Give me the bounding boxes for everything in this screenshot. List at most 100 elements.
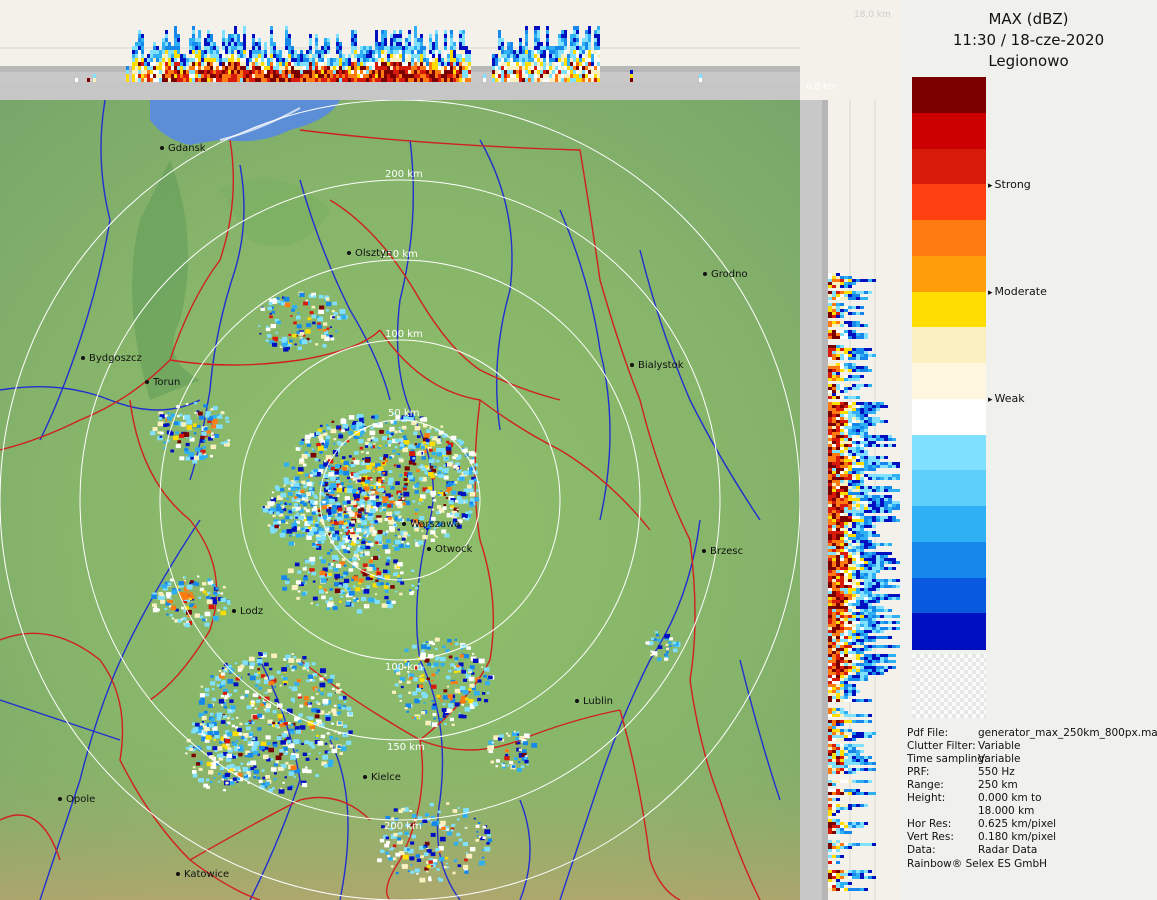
echo-cell (330, 674, 335, 679)
echo-cell (483, 668, 488, 671)
top-echo-cell (153, 62, 156, 66)
echo-cell (341, 418, 345, 421)
top-echo-cell (147, 54, 150, 58)
top-echo-cell (201, 58, 204, 62)
echo-cell (263, 652, 267, 655)
right-echo-cell (860, 444, 864, 447)
top-echo-cell (369, 78, 372, 82)
right-echo-cell (836, 402, 840, 405)
radar-map-graphic[interactable]: 50 km 100 km 150 km 200 km 100 km 150 km… (0, 100, 800, 900)
echo-cell (309, 474, 314, 477)
echo-cell (392, 545, 395, 547)
right-echo-cell (848, 324, 852, 327)
top-echo-cell (357, 74, 360, 78)
top-echo-cell (429, 50, 432, 54)
echo-cell (369, 598, 375, 603)
right-echo-cell (852, 375, 856, 378)
top-echo-cell (204, 42, 207, 46)
echo-cell (397, 528, 400, 531)
top-echo-cell (573, 74, 576, 78)
top-echo-cell (414, 70, 417, 74)
top-echo-cell (453, 70, 456, 74)
echo-cell (252, 693, 258, 697)
echo-cell (316, 709, 321, 713)
echo-cell (179, 456, 185, 461)
top-echo-cell (594, 62, 597, 66)
right-echo-cell (876, 408, 880, 411)
echo-cell (348, 591, 355, 596)
top-echo-cell (585, 70, 588, 74)
echo-cell (325, 424, 329, 427)
top-echo-cell (594, 78, 597, 82)
echo-cell (369, 530, 372, 533)
top-echo-cell (168, 50, 171, 54)
echo-cell (469, 683, 475, 688)
top-echo-cell (537, 46, 540, 50)
top-echo-cell (240, 62, 243, 66)
echo-cell (274, 485, 279, 489)
echo-cell (284, 302, 291, 308)
echo-cell (448, 669, 452, 673)
ring-label-100-south: 100 km (385, 662, 423, 673)
echo-cell (522, 741, 528, 746)
top-echo-cell (576, 42, 579, 46)
echo-cell (198, 778, 205, 783)
right-echo-cell (828, 291, 832, 294)
top-echo-cell (147, 70, 150, 74)
corner-panel: 18,0 km 0,0 km (800, 0, 900, 100)
echo-cell (459, 443, 462, 446)
top-echo-cell (495, 66, 498, 70)
echo-cell (664, 657, 669, 661)
top-echo-cell (327, 74, 330, 78)
right-echo-cell (876, 444, 880, 447)
echo-cell (184, 622, 191, 628)
echo-cell (481, 666, 484, 668)
top-echo-cell (315, 66, 318, 70)
top-echo-cell (462, 38, 465, 42)
right-echo-cell (832, 276, 836, 279)
echo-cell (443, 866, 447, 869)
echo-cell (447, 481, 453, 486)
echo-cell (438, 697, 441, 700)
top-echo-cell (159, 54, 162, 58)
top-echo-cell (516, 58, 519, 62)
right-echo-cell (844, 366, 848, 369)
right-echo-cell (832, 417, 836, 420)
top-echo-cell (327, 50, 330, 54)
top-echo-cell (396, 58, 399, 62)
right-echo-cell (832, 420, 836, 423)
echo-cell (366, 529, 370, 532)
right-echo-cell (844, 456, 848, 459)
echo-cell (292, 333, 297, 338)
top-echo-cell (534, 74, 537, 78)
top-echo-cell (378, 42, 381, 46)
radar-map[interactable]: 50 km 100 km 150 km 200 km 100 km 150 km… (0, 100, 800, 900)
echo-cell (465, 826, 468, 829)
echo-cell (268, 723, 271, 726)
top-echo-cell (243, 74, 246, 78)
top-echo-cell (315, 62, 318, 66)
top-echo-cell (216, 50, 219, 54)
right-echo-cell (840, 447, 844, 450)
top-echo-cell (537, 78, 540, 82)
echo-cell (384, 459, 388, 462)
top-echo-cell (459, 66, 462, 70)
top-echo-cell (210, 62, 213, 66)
echo-cell (422, 535, 428, 540)
echo-cell (320, 688, 323, 691)
echo-cell (430, 538, 435, 542)
top-echo-cell (222, 78, 225, 82)
top-echo-cell (552, 54, 555, 58)
echo-cell (152, 427, 158, 431)
echo-cell (331, 687, 335, 690)
right-echo-cell (848, 432, 852, 435)
echo-cell (392, 514, 396, 517)
echo-cell (436, 694, 440, 698)
echo-cell (419, 678, 425, 682)
top-echo-cell (213, 78, 216, 82)
echo-cell (350, 424, 357, 429)
top-echo-cell (384, 34, 387, 38)
echo-cell (311, 745, 316, 749)
top-echo-cell (183, 54, 186, 58)
echo-cell (390, 428, 394, 431)
